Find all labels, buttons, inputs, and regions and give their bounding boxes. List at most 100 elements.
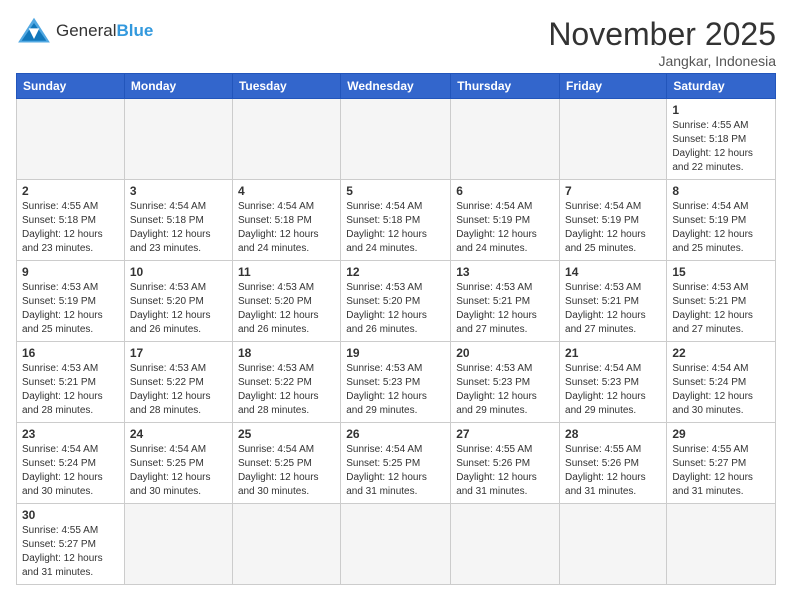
logo-text: GeneralBlue [56,21,153,41]
table-row [560,99,667,180]
table-row [667,504,776,585]
day-number: 24 [130,427,227,441]
table-row: 10Sunrise: 4:53 AM Sunset: 5:20 PM Dayli… [124,261,232,342]
day-number: 1 [672,103,770,117]
day-number: 12 [346,265,445,279]
day-info: Sunrise: 4:54 AM Sunset: 5:18 PM Dayligh… [346,200,445,256]
title-block: November 2025 Jangkar, Indonesia [548,16,776,69]
day-info: Sunrise: 4:54 AM Sunset: 5:25 PM Dayligh… [346,443,445,499]
day-number: 13 [456,265,554,279]
day-info: Sunrise: 4:54 AM Sunset: 5:24 PM Dayligh… [672,362,770,418]
day-info: Sunrise: 4:53 AM Sunset: 5:20 PM Dayligh… [346,281,445,337]
table-row [17,99,125,180]
table-row: 13 Sunrise: 4:53 AM Sunset: 5:21 PM Dayli… [451,261,560,342]
table-row: 9 Sunrise: 4:53 AM Sunset: 5:19 PM Daylig… [17,261,125,342]
table-row: 4 Sunrise: 4:54 AM Sunset: 5:18 PM Daylig… [232,180,340,261]
day-number: 18 [238,346,335,360]
day-number: 11 [238,265,335,279]
day-info: Sunrise: 4:55 AM Sunset: 5:18 PM Dayligh… [22,200,119,256]
day-info: Sunrise: 4:53 AM Sunset: 5:19 PM Dayligh… [22,281,119,337]
day-info: Sunrise: 4:53 AM Sunset: 5:20 PM Dayligh… [238,281,335,337]
day-info: Sunrise: 4:54 AM Sunset: 5:25 PM Dayligh… [238,443,335,499]
table-row [451,99,560,180]
table-row: 28 Sunrise: 4:55 AM Sunset: 5:26 PM Dayli… [560,423,667,504]
month-title: November 2025 [548,16,776,53]
header-monday: Monday [124,74,232,99]
day-info: Sunrise: 4:53 AM Sunset: 5:21 PM Dayligh… [565,281,661,337]
page-header: GeneralBlue November 2025 Jangkar, Indon… [16,16,776,69]
calendar-header-row: Sunday Monday Tuesday Wednesday Thursday… [17,74,776,99]
day-number: 6 [456,184,554,198]
table-row [124,504,232,585]
table-row: 29Sunrise: 4:55 AM Sunset: 5:27 PM Dayli… [667,423,776,504]
table-row: 30 Sunrise: 4:55 AM Sunset: 5:27 PM Dayli… [17,504,125,585]
day-number: 30 [22,508,119,522]
table-row: 15Sunrise: 4:53 AM Sunset: 5:21 PM Dayli… [667,261,776,342]
day-info: Sunrise: 4:53 AM Sunset: 5:23 PM Dayligh… [346,362,445,418]
table-row: 6 Sunrise: 4:54 AM Sunset: 5:19 PM Daylig… [451,180,560,261]
day-number: 5 [346,184,445,198]
day-info: Sunrise: 4:55 AM Sunset: 5:27 PM Dayligh… [672,443,770,499]
day-info: Sunrise: 4:54 AM Sunset: 5:25 PM Dayligh… [130,443,227,499]
day-number: 28 [565,427,661,441]
logo-icon [16,16,52,46]
table-row [232,504,340,585]
day-info: Sunrise: 4:54 AM Sunset: 5:18 PM Dayligh… [130,200,227,256]
day-number: 26 [346,427,445,441]
header-saturday: Saturday [667,74,776,99]
table-row: 21 Sunrise: 4:54 AM Sunset: 5:23 PM Dayli… [560,342,667,423]
header-tuesday: Tuesday [232,74,340,99]
day-number: 9 [22,265,119,279]
day-info: Sunrise: 4:55 AM Sunset: 5:26 PM Dayligh… [565,443,661,499]
table-row: 1 Sunrise: 4:55 AM Sunset: 5:18 PM Daylig… [667,99,776,180]
day-info: Sunrise: 4:53 AM Sunset: 5:22 PM Dayligh… [238,362,335,418]
day-info: Sunrise: 4:54 AM Sunset: 5:18 PM Dayligh… [238,200,335,256]
day-info: Sunrise: 4:54 AM Sunset: 5:23 PM Dayligh… [565,362,661,418]
day-info: Sunrise: 4:53 AM Sunset: 5:22 PM Dayligh… [130,362,227,418]
table-row [232,99,340,180]
header-wednesday: Wednesday [341,74,451,99]
table-row: 27 Sunrise: 4:55 AM Sunset: 5:26 PM Dayli… [451,423,560,504]
table-row [451,504,560,585]
day-info: Sunrise: 4:55 AM Sunset: 5:18 PM Dayligh… [672,119,770,175]
logo: GeneralBlue [16,16,153,46]
table-row: 23Sunrise: 4:54 AM Sunset: 5:24 PM Dayli… [17,423,125,504]
day-info: Sunrise: 4:53 AM Sunset: 5:20 PM Dayligh… [130,281,227,337]
day-info: Sunrise: 4:54 AM Sunset: 5:24 PM Dayligh… [22,443,119,499]
table-row [560,504,667,585]
day-number: 16 [22,346,119,360]
day-number: 8 [672,184,770,198]
table-row [124,99,232,180]
day-info: Sunrise: 4:55 AM Sunset: 5:26 PM Dayligh… [456,443,554,499]
day-info: Sunrise: 4:53 AM Sunset: 5:21 PM Dayligh… [456,281,554,337]
calendar: Sunday Monday Tuesday Wednesday Thursday… [16,73,776,585]
day-number: 14 [565,265,661,279]
day-number: 19 [346,346,445,360]
day-info: Sunrise: 4:54 AM Sunset: 5:19 PM Dayligh… [672,200,770,256]
table-row: 16 Sunrise: 4:53 AM Sunset: 5:21 PM Dayli… [17,342,125,423]
day-info: Sunrise: 4:55 AM Sunset: 5:27 PM Dayligh… [22,524,119,580]
location: Jangkar, Indonesia [548,53,776,69]
table-row: 2Sunrise: 4:55 AM Sunset: 5:18 PM Daylig… [17,180,125,261]
table-row: 5 Sunrise: 4:54 AM Sunset: 5:18 PM Daylig… [341,180,451,261]
day-number: 21 [565,346,661,360]
table-row: 24 Sunrise: 4:54 AM Sunset: 5:25 PM Dayli… [124,423,232,504]
header-sunday: Sunday [17,74,125,99]
day-info: Sunrise: 4:54 AM Sunset: 5:19 PM Dayligh… [456,200,554,256]
table-row: 8 Sunrise: 4:54 AM Sunset: 5:19 PM Daylig… [667,180,776,261]
day-number: 4 [238,184,335,198]
table-row: 18 Sunrise: 4:53 AM Sunset: 5:22 PM Dayli… [232,342,340,423]
table-row: 22 Sunrise: 4:54 AM Sunset: 5:24 PM Dayli… [667,342,776,423]
table-row: 14 Sunrise: 4:53 AM Sunset: 5:21 PM Dayli… [560,261,667,342]
day-info: Sunrise: 4:53 AM Sunset: 5:21 PM Dayligh… [22,362,119,418]
header-friday: Friday [560,74,667,99]
day-number: 22 [672,346,770,360]
header-thursday: Thursday [451,74,560,99]
day-number: 27 [456,427,554,441]
day-number: 3 [130,184,227,198]
table-row: 26 Sunrise: 4:54 AM Sunset: 5:25 PM Dayli… [341,423,451,504]
table-row: 25Sunrise: 4:54 AM Sunset: 5:25 PM Dayli… [232,423,340,504]
table-row [341,504,451,585]
day-info: Sunrise: 4:53 AM Sunset: 5:23 PM Dayligh… [456,362,554,418]
day-number: 17 [130,346,227,360]
